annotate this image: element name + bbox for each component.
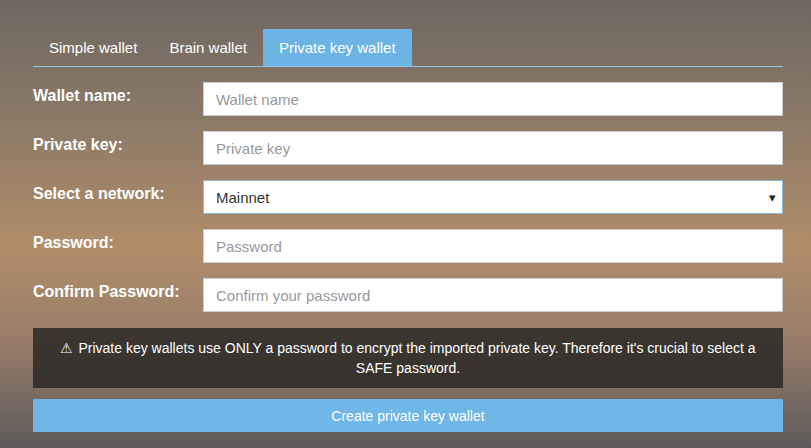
tab[interactable]: Private key wallet [263,29,412,66]
form-row: Private key: [33,131,783,165]
create-wallet-button[interactable]: Create private key wallet [33,399,783,432]
select-value: Mainnet [216,189,269,206]
field-label: Password: [33,234,203,252]
text-input[interactable] [203,131,783,165]
tab-bar: Simple walletBrain walletPrivate key wal… [33,29,783,67]
page-background: Simple walletBrain walletPrivate key wal… [0,0,811,448]
form-row: Select a network: Mainnet ▾ [33,180,783,214]
field-label: Confirm Password: [33,283,203,301]
warning-text: Private key wallets use ONLY a password … [78,340,755,376]
warning-icon: ⚠ [60,340,73,356]
field-label: Private key: [33,136,203,154]
wallet-form: Wallet name: Private key: Select a network… [33,82,783,432]
form-row: Confirm Password: [33,278,783,312]
dropdown-arrow-icon: ▾ [769,190,776,205]
text-input[interactable] [203,82,783,116]
form-row: Wallet name: [33,82,783,116]
form-row: Password: [33,229,783,263]
text-input[interactable] [203,278,783,312]
field-label: Wallet name: [33,87,203,105]
warning-box: ⚠ Private key wallets use ONLY a password… [33,328,783,388]
field-label: Select a network: [33,185,203,203]
tab[interactable]: Simple wallet [33,29,153,66]
network-select[interactable]: Mainnet ▾ [203,180,783,214]
tab[interactable]: Brain wallet [153,29,263,66]
text-input[interactable] [203,229,783,263]
wallet-panel: Simple walletBrain walletPrivate key wal… [33,29,783,432]
